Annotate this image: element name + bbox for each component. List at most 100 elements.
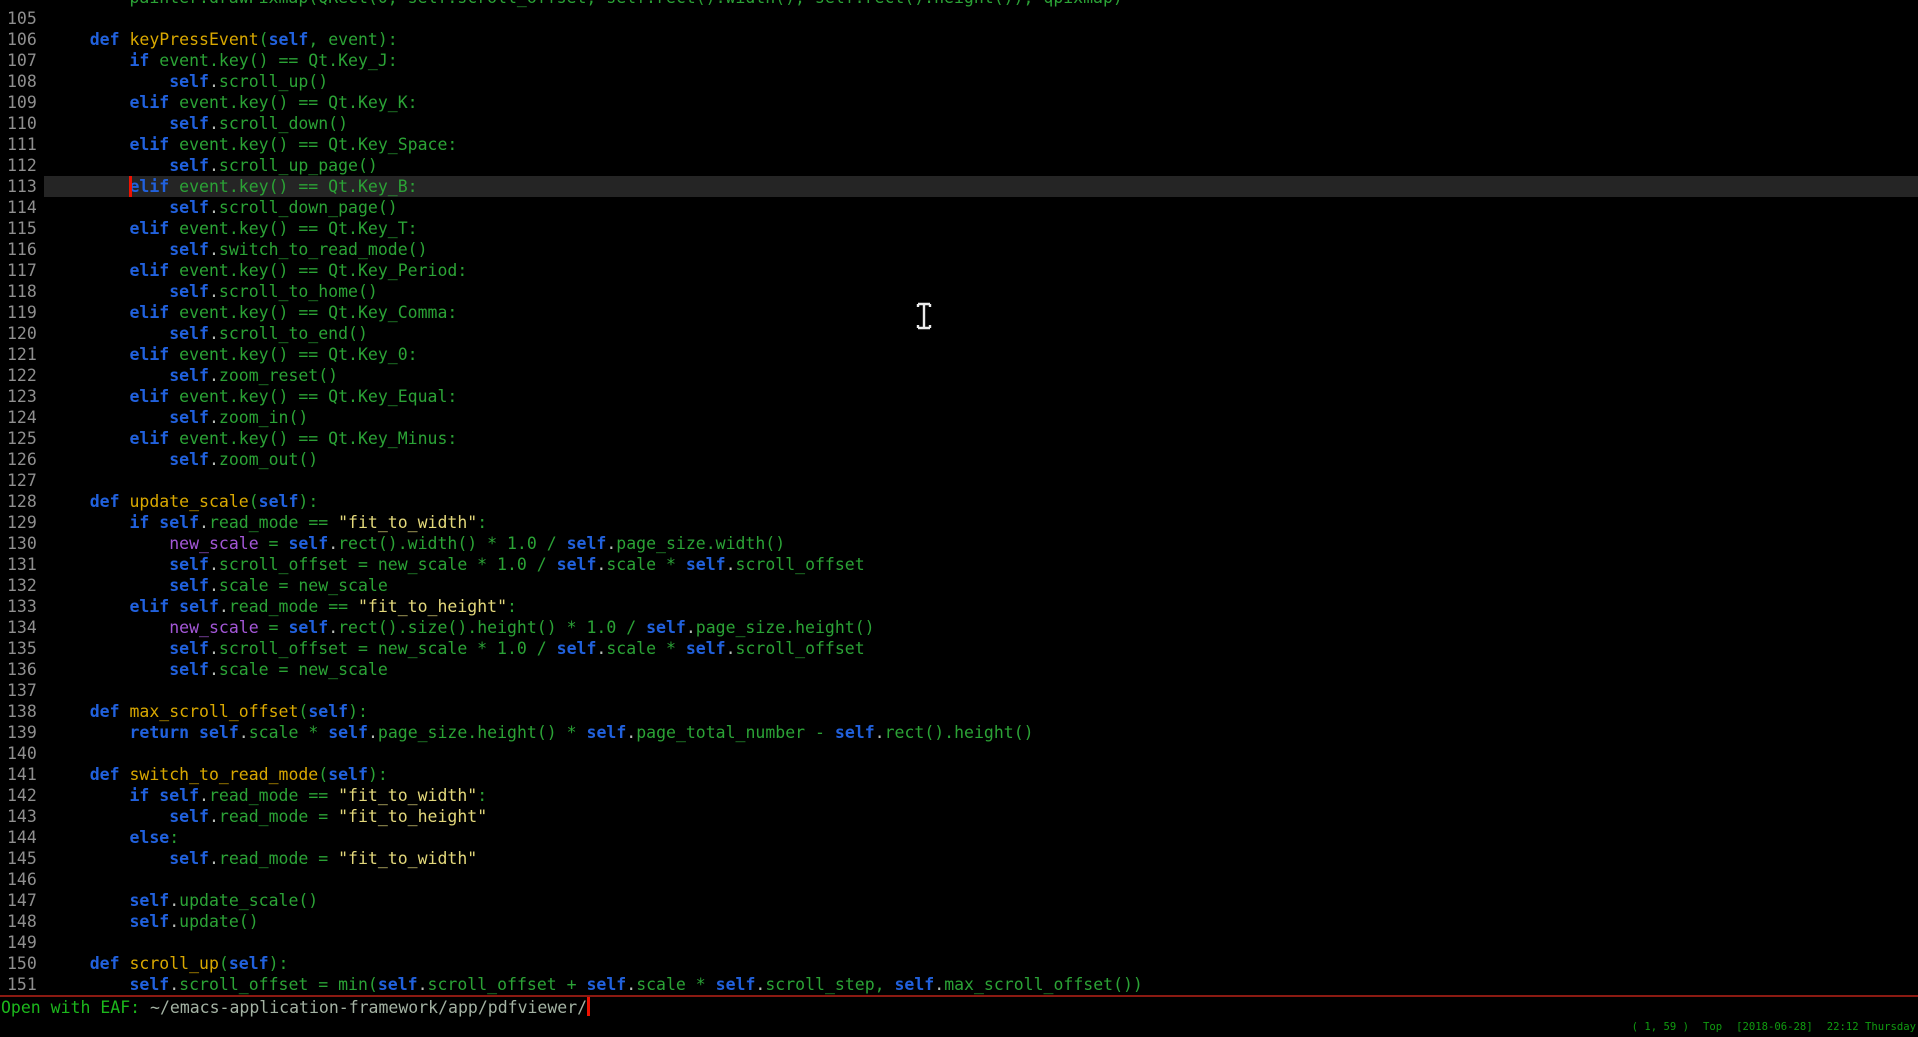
minibuffer[interactable]: Open with EAF: ~/emacs-application-frame… xyxy=(0,997,1918,1018)
line-number: 114 xyxy=(0,197,44,218)
line-number: 133 xyxy=(0,596,44,617)
code-line: 109 elif event.key() == Qt.Key_K: xyxy=(0,92,1918,113)
code-line: 112 self.scroll_up_page() xyxy=(0,155,1918,176)
code-line: 151 self.scroll_offset = min(self.scroll… xyxy=(0,974,1918,995)
line-number: 140 xyxy=(0,743,44,764)
code-line-text[interactable] xyxy=(44,869,1918,890)
code-line-text[interactable]: new_scale = self.rect().width() * 1.0 / … xyxy=(44,533,1918,554)
code-line-text[interactable]: self.scroll_to_end() xyxy=(44,323,1918,344)
line-number: 113 xyxy=(0,176,44,197)
code-line-text[interactable]: elif event.key() == Qt.Key_T: xyxy=(44,218,1918,239)
line-number: 110 xyxy=(0,113,44,134)
code-line: 128 def update_scale(self): xyxy=(0,491,1918,512)
minibuffer-prompt: Open with EAF: xyxy=(1,998,150,1017)
code-line-text[interactable]: self.read_mode = "fit_to_width" xyxy=(44,848,1918,869)
tray-segment: Top xyxy=(1703,1020,1722,1034)
code-line-text[interactable]: elif event.key() == Qt.Key_K: xyxy=(44,92,1918,113)
line-number xyxy=(0,0,44,8)
line-number: 123 xyxy=(0,386,44,407)
code-line: 117 elif event.key() == Qt.Key_Period: xyxy=(0,260,1918,281)
code-line-text[interactable]: if self.read_mode == "fit_to_width": xyxy=(44,512,1918,533)
code-line-text[interactable]: self.scroll_offset = min(self.scroll_off… xyxy=(44,974,1918,995)
line-number: 115 xyxy=(0,218,44,239)
code-line-text[interactable]: self.scale = new_scale xyxy=(44,659,1918,680)
line-number: 142 xyxy=(0,785,44,806)
line-number: 139 xyxy=(0,722,44,743)
code-line-text[interactable]: self.scroll_up() xyxy=(44,71,1918,92)
mouse-cursor-ibeam xyxy=(913,301,935,331)
line-number: 144 xyxy=(0,827,44,848)
code-line-text[interactable]: self.scroll_offset = new_scale * 1.0 / s… xyxy=(44,554,1918,575)
line-number: 143 xyxy=(0,806,44,827)
code-line: 119 elif event.key() == Qt.Key_Comma: xyxy=(0,302,1918,323)
line-number: 109 xyxy=(0,92,44,113)
code-line-text[interactable]: elif event.key() == Qt.Key_Comma: xyxy=(44,302,1918,323)
code-line: 118 self.scroll_to_home() xyxy=(0,281,1918,302)
code-line-text[interactable]: elif event.key() == Qt.Key_0: xyxy=(44,344,1918,365)
code-line-text[interactable]: self.update_scale() xyxy=(44,890,1918,911)
code-line-text[interactable]: else: xyxy=(44,827,1918,848)
code-line-text[interactable] xyxy=(44,470,1918,491)
code-line-text[interactable]: self.zoom_out() xyxy=(44,449,1918,470)
code-line-text[interactable]: elif event.key() == Qt.Key_Space: xyxy=(44,134,1918,155)
code-line-text[interactable]: self.zoom_reset() xyxy=(44,365,1918,386)
code-line-text[interactable] xyxy=(44,8,1918,29)
code-editor-buffer[interactable]: painter.drawPixmap(QRect(0, self.scroll_… xyxy=(0,0,1918,995)
line-number: 131 xyxy=(0,554,44,575)
code-line-text[interactable]: elif event.key() == Qt.Key_B: xyxy=(44,176,1918,197)
code-line-text[interactable]: self.scale = new_scale xyxy=(44,575,1918,596)
code-line: 142 if self.read_mode == "fit_to_width": xyxy=(0,785,1918,806)
code-line-text[interactable]: self.scroll_offset = new_scale * 1.0 / s… xyxy=(44,638,1918,659)
code-line: 110 self.scroll_down() xyxy=(0,113,1918,134)
line-number: 132 xyxy=(0,575,44,596)
line-number: 124 xyxy=(0,407,44,428)
minibuffer-input[interactable]: ~/emacs-application-framework/app/pdfvie… xyxy=(150,998,587,1017)
code-line-text[interactable]: def scroll_up(self): xyxy=(44,953,1918,974)
code-line-text[interactable]: def max_scroll_offset(self): xyxy=(44,701,1918,722)
code-line-text[interactable]: self.update() xyxy=(44,911,1918,932)
code-line: 107 if event.key() == Qt.Key_J: xyxy=(0,50,1918,71)
code-line-text[interactable] xyxy=(44,743,1918,764)
code-line-text[interactable]: if event.key() == Qt.Key_J: xyxy=(44,50,1918,71)
code-line-text[interactable]: self.zoom_in() xyxy=(44,407,1918,428)
code-line: 134 new_scale = self.rect().size().heigh… xyxy=(0,617,1918,638)
line-number: 137 xyxy=(0,680,44,701)
code-line-text[interactable] xyxy=(44,680,1918,701)
code-line-text[interactable]: def switch_to_read_mode(self): xyxy=(44,764,1918,785)
code-line: 143 self.read_mode = "fit_to_height" xyxy=(0,806,1918,827)
code-line: 125 elif event.key() == Qt.Key_Minus: xyxy=(0,428,1918,449)
code-line-text[interactable]: painter.drawPixmap(QRect(0, self.scroll_… xyxy=(44,0,1918,8)
code-line-text[interactable] xyxy=(44,932,1918,953)
code-line-text[interactable]: return self.scale * self.page_size.heigh… xyxy=(44,722,1918,743)
line-number: 141 xyxy=(0,764,44,785)
code-line-text[interactable]: def keyPressEvent(self, event): xyxy=(44,29,1918,50)
code-line-text[interactable]: self.scroll_down() xyxy=(44,113,1918,134)
code-line-text[interactable]: elif self.read_mode == "fit_to_height": xyxy=(44,596,1918,617)
line-number: 150 xyxy=(0,953,44,974)
code-line: 147 self.update_scale() xyxy=(0,890,1918,911)
code-line: 126 self.zoom_out() xyxy=(0,449,1918,470)
tray-segment: [2018-06-28] xyxy=(1736,1020,1813,1034)
code-line-text[interactable]: elif event.key() == Qt.Key_Equal: xyxy=(44,386,1918,407)
code-line-text[interactable]: if self.read_mode == "fit_to_width": xyxy=(44,785,1918,806)
code-line: 138 def max_scroll_offset(self): xyxy=(0,701,1918,722)
code-line-text[interactable]: self.switch_to_read_mode() xyxy=(44,239,1918,260)
code-line: 149 xyxy=(0,932,1918,953)
code-line-text[interactable]: def update_scale(self): xyxy=(44,491,1918,512)
code-line: 115 elif event.key() == Qt.Key_T: xyxy=(0,218,1918,239)
code-lines: painter.drawPixmap(QRect(0, self.scroll_… xyxy=(0,0,1918,995)
line-number: 119 xyxy=(0,302,44,323)
code-line-text[interactable]: elif event.key() == Qt.Key_Minus: xyxy=(44,428,1918,449)
line-number: 107 xyxy=(0,50,44,71)
code-line: painter.drawPixmap(QRect(0, self.scroll_… xyxy=(0,0,1918,8)
code-line: 141 def switch_to_read_mode(self): xyxy=(0,764,1918,785)
line-number: 145 xyxy=(0,848,44,869)
code-line-text[interactable]: self.scroll_down_page() xyxy=(44,197,1918,218)
code-line-text[interactable]: self.read_mode = "fit_to_height" xyxy=(44,806,1918,827)
code-line: 127 xyxy=(0,470,1918,491)
code-line-text[interactable]: self.scroll_to_home() xyxy=(44,281,1918,302)
code-line-text[interactable]: elif event.key() == Qt.Key_Period: xyxy=(44,260,1918,281)
code-line-text[interactable]: new_scale = self.rect().size().height() … xyxy=(44,617,1918,638)
code-line-text[interactable]: self.scroll_up_page() xyxy=(44,155,1918,176)
code-line: 106 def keyPressEvent(self, event): xyxy=(0,29,1918,50)
